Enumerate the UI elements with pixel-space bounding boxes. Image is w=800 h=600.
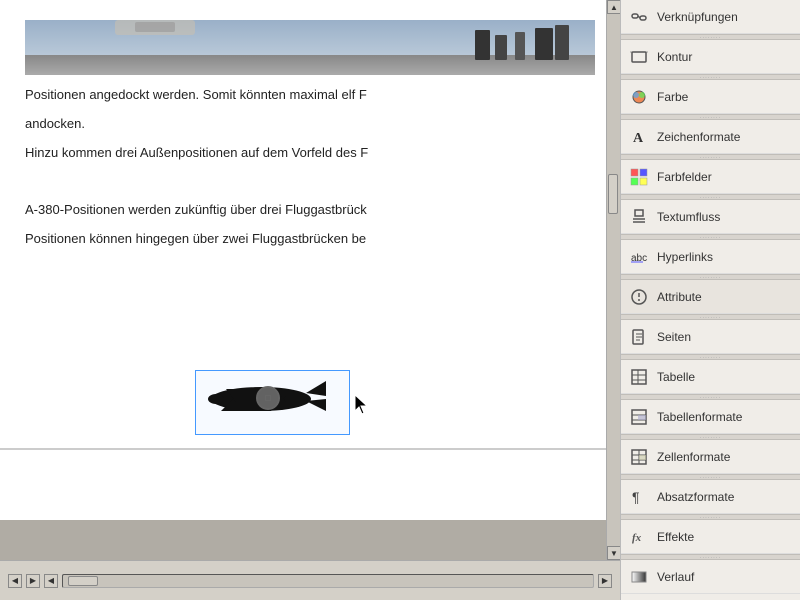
sidebar-item-farbe[interactable]: Farbe (621, 80, 800, 114)
page-prev-button[interactable]: ◀ (8, 574, 22, 588)
sidebar-item-effekte[interactable]: fx Effekte (621, 520, 800, 554)
sidebar-item-label-kontur: Kontur (657, 50, 792, 64)
chain-icon (629, 7, 649, 27)
h-scroll-thumb[interactable] (68, 576, 98, 586)
page-image (25, 20, 595, 75)
sidebar-item-textumfluss[interactable]: Textumfluss (621, 200, 800, 234)
parafmt-icon: ¶ (629, 487, 649, 507)
color-icon (629, 87, 649, 107)
attr-icon (629, 287, 649, 307)
page-area: Positionen angedockt werden. Somit könnt… (0, 0, 620, 560)
text-line-4 (25, 171, 595, 192)
char-icon: A (629, 127, 649, 147)
text-line-6: Positionen können hingegen über zwei Flu… (25, 229, 595, 250)
text-line-3: Hinzu kommen drei Außenpositionen auf de… (25, 143, 595, 164)
sidebar-item-tabelle[interactable]: Tabelle (621, 360, 800, 394)
textflow-icon (629, 207, 649, 227)
text-line-5: A-380-Positionen werden zukünftig über d… (25, 200, 595, 221)
selected-object[interactable] (195, 370, 350, 435)
sidebar-item-verknuepfungen[interactable]: Verknüpfungen (621, 0, 800, 34)
sidebar-item-label-seiten: Seiten (657, 330, 792, 344)
svg-text:fx: fx (632, 532, 642, 544)
sidebar-item-label-textumfluss: Textumfluss (657, 210, 792, 224)
scroll-right-button[interactable]: ▶ (598, 574, 612, 588)
grey-strip (0, 520, 606, 560)
sidebar-item-seiten[interactable]: Seiten (621, 320, 800, 354)
sidebar-item-kontur[interactable]: Kontur (621, 40, 800, 74)
svg-text:¶: ¶ (632, 489, 640, 505)
table-icon (629, 367, 649, 387)
svg-text:A: A (633, 131, 644, 146)
bottom-scrollbar: ◀ ▶ ◀ ▶ (0, 560, 620, 600)
sidebar-item-zeichenformate[interactable]: A Zeichenformate (621, 120, 800, 154)
scroll-track[interactable] (607, 14, 620, 546)
sidebar-item-zellenformate[interactable]: Zellenformate (621, 440, 800, 474)
scroll-left-button[interactable]: ◀ (44, 574, 58, 588)
scroll-up-button[interactable]: ▲ (607, 0, 620, 14)
tablefmt-icon (629, 407, 649, 427)
sidebar-item-tabellenformate[interactable]: Tabellenformate (621, 400, 800, 434)
sidebar-item-label-effekte: Effekte (657, 530, 792, 544)
vertical-scrollbar: ▲ ▼ (606, 0, 620, 560)
pages-icon (629, 327, 649, 347)
mouse-cursor (355, 395, 371, 420)
hyperlink-icon: abc (629, 247, 649, 267)
text-line-2: andocken. (25, 114, 595, 135)
sidebar-item-label-tabelle: Tabelle (657, 370, 792, 384)
sidebar-item-attribute[interactable]: Attribute (621, 280, 800, 314)
sidebar-item-hyperlinks[interactable]: abc Hyperlinks (621, 240, 800, 274)
sidebar-item-farbfelder[interactable]: Farbfelder (621, 160, 800, 194)
rotate-handle[interactable] (256, 386, 280, 410)
sidebar-item-label-tabellenformate: Tabellenformate (657, 410, 792, 424)
sidebar-item-verlauf[interactable]: Verlauf (621, 560, 800, 594)
text-line-1: Positionen angedockt werden. Somit könnt… (25, 85, 595, 106)
page-next-button[interactable]: ▶ (26, 574, 40, 588)
sidebar-item-label-farbe: Farbe (657, 90, 792, 104)
effects-icon: fx (629, 527, 649, 547)
sidebar-item-label-verlauf: Verlauf (657, 570, 792, 584)
h-scroll-track[interactable] (62, 574, 594, 588)
sidebar: Verknüpfungen Kontur Farbe A Zeichenformate F… (620, 0, 800, 600)
gradient-icon (629, 567, 649, 587)
page-white: Positionen angedockt werden. Somit könnt… (0, 0, 620, 520)
contour-icon (629, 47, 649, 67)
sidebar-item-label-verknuepfungen: Verknüpfungen (657, 10, 792, 24)
cellfmt-icon (629, 447, 649, 467)
sidebar-item-label-zellenformate: Zellenformate (657, 450, 792, 464)
sidebar-item-label-zeichenformate: Zeichenformate (657, 130, 792, 144)
swatch-icon (629, 167, 649, 187)
scroll-down-button[interactable]: ▼ (607, 546, 620, 560)
sidebar-item-label-absatzformate: Absatzformate (657, 490, 792, 504)
main-content: Positionen angedockt werden. Somit könnt… (0, 0, 620, 600)
sidebar-item-label-hyperlinks: Hyperlinks (657, 250, 792, 264)
sidebar-item-label-attribute: Attribute (657, 290, 792, 304)
scroll-thumb[interactable] (608, 174, 618, 214)
runway-line (0, 448, 620, 450)
sidebar-item-label-farbfelder: Farbfelder (657, 170, 792, 184)
sidebar-item-absatzformate[interactable]: ¶ Absatzformate (621, 480, 800, 514)
